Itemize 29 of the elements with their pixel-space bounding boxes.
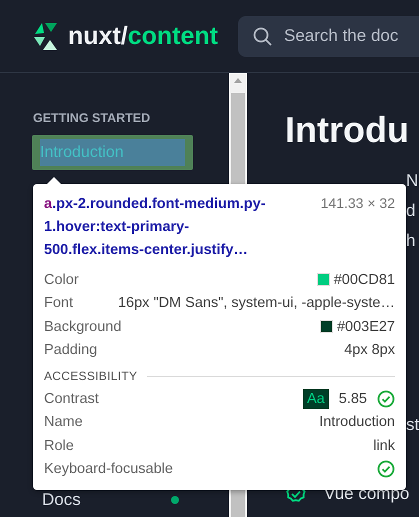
sidebar-link[interactable]: Docs bbox=[34, 486, 195, 514]
paragraph-text: st bbox=[406, 415, 419, 436]
property-value: link bbox=[373, 438, 395, 454]
property-label: Color bbox=[44, 272, 79, 288]
section-heading: ACCESSIBILITY bbox=[44, 369, 138, 383]
paragraph-text: h bbox=[406, 231, 416, 252]
property-label: Keyboard-focusable bbox=[44, 461, 173, 478]
element-size: 141.33 × 32 bbox=[320, 195, 395, 211]
paragraph-text: d bbox=[406, 201, 416, 222]
paragraph-text: N bbox=[406, 171, 419, 192]
logo-text: nuxt/content bbox=[68, 22, 218, 50]
section-heading: GETTING STARTED bbox=[33, 111, 152, 125]
property-label: Background bbox=[44, 318, 122, 335]
property-label: Role bbox=[44, 438, 74, 454]
page-title: Introdu bbox=[285, 109, 410, 151]
property-label: Contrast bbox=[44, 390, 99, 407]
contrast-sample: Aa bbox=[303, 388, 329, 409]
property-value: #00CD81 bbox=[334, 272, 395, 288]
property-label: Padding bbox=[44, 342, 98, 358]
property-value: 16px "DM Sans", system-ui, -apple-syste… bbox=[118, 295, 395, 312]
property-value: #003E27 bbox=[336, 318, 395, 335]
search-field[interactable]: Search the doc bbox=[238, 16, 419, 56]
property-label: Font bbox=[44, 295, 74, 312]
property-value: 4px 8px bbox=[344, 342, 395, 358]
property-value: 5.85 bbox=[338, 390, 367, 407]
property-value: Introduction bbox=[319, 414, 395, 430]
property-label: Name bbox=[44, 414, 83, 430]
element-selector: a.px-2.rounded.font-medium.py-1.hover:text-primary-500.flex.items-center.justify… bbox=[44, 195, 267, 260]
logo-icon bbox=[33, 22, 58, 50]
